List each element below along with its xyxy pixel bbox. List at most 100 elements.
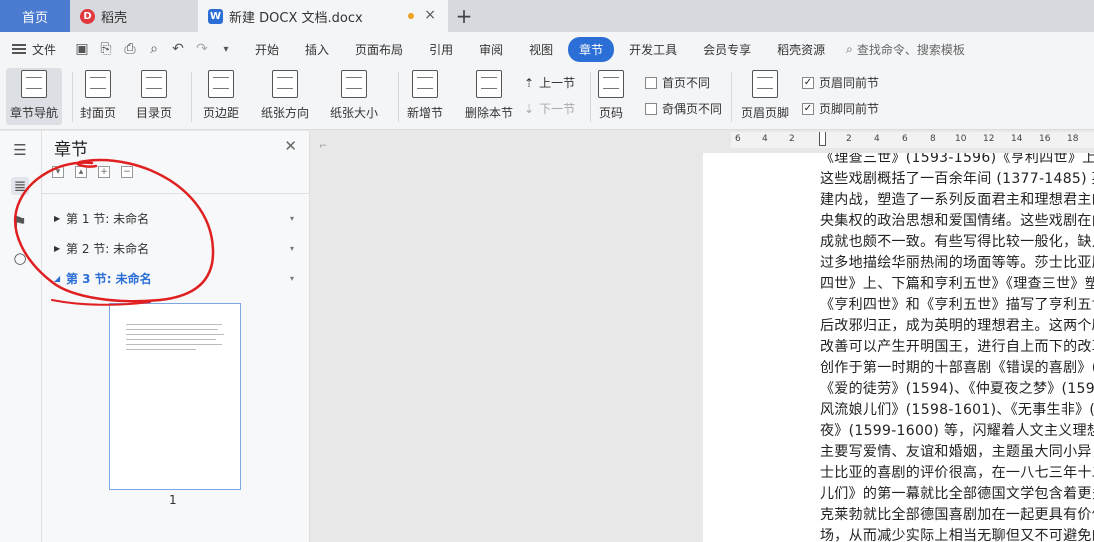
close-tab-icon[interactable]: ×	[424, 7, 436, 23]
header-same-label: 页眉同前节	[819, 76, 880, 90]
indent-marker-icon[interactable]	[819, 132, 826, 146]
paper-size-icon	[341, 70, 367, 98]
collapse-all-icon[interactable]: ▾	[52, 166, 64, 178]
section-item-1[interactable]: ▶ 第 1 节: 未命名 ▾	[54, 208, 294, 228]
document-line: 主要写爱情、友谊和婚姻，主题虽大同小异，	[820, 444, 1094, 460]
ribbon-divider	[731, 72, 732, 122]
horizontal-ruler[interactable]: 6 4 2 2 4 6 8 10 12 14 16 18	[731, 132, 1094, 148]
page-number-label: 页码	[598, 106, 623, 120]
delete-section-icon	[476, 70, 502, 98]
margins-button[interactable]: 页边距	[203, 70, 239, 121]
tab-document[interactable]: W 新建 DOCX 文档.docx ×	[198, 0, 448, 32]
orientation-label: 纸张方向	[261, 106, 310, 120]
checkbox-checked-icon: ✓	[802, 102, 814, 115]
menu-review[interactable]: 审阅	[468, 37, 514, 62]
document-line: 央集权的政治思想和爱国情绪。这些戏剧在内	[820, 213, 1094, 229]
footer-same-as-previous-checkbox[interactable]: ✓ 页脚同前节	[802, 100, 879, 117]
bookmark-icon[interactable]: ⚑	[11, 213, 29, 231]
ruler-tick-label: 4	[874, 134, 880, 144]
remove-section-icon[interactable]: −	[121, 166, 133, 178]
paper-size-button[interactable]: 纸张大小	[330, 70, 378, 121]
cover-page-button[interactable]: 封面页	[80, 70, 116, 121]
document-area: ⌐ 6 4 2 2 4 6 8 10 12 14 16 18 《理查三世》(15…	[311, 131, 1094, 542]
ribbon-divider	[191, 72, 192, 122]
export-pdf-icon[interactable]: ⎘	[98, 41, 114, 57]
header-footer-button[interactable]: 页眉页脚	[741, 70, 789, 121]
new-tab-button[interactable]: +	[448, 0, 480, 32]
pane-toolbar: ▾ ▴ + −	[52, 166, 133, 178]
expand-arrow-icon[interactable]: ▶	[54, 214, 66, 223]
document-line: 儿们》的第一幕就比全部德国文学包含着更多	[820, 486, 1094, 502]
document-line: 《理查三世》(1593-1596)《亨利四世》上、	[820, 153, 1094, 166]
ruler-corner-icon: ⌐	[319, 141, 328, 152]
ruler-tick-label: 16	[1039, 134, 1051, 144]
tab-docer[interactable]: D 稻壳	[70, 0, 198, 32]
menu-developer[interactable]: 开发工具	[618, 37, 688, 62]
expand-arrow-icon[interactable]: ▶	[54, 244, 66, 253]
docer-logo-icon: D	[80, 8, 95, 24]
redo-icon[interactable]: ↷	[194, 41, 210, 57]
section-pane: 章节 ✕ ▾ ▴ + − ▶ 第 1 节: 未命名 ▾ ▶ 第 2 节: 未命名…	[42, 131, 310, 542]
print-preview-icon[interactable]: ⌕	[146, 41, 162, 57]
section-item-3[interactable]: ◢ 第 3 节: 未命名 ▾	[54, 268, 294, 288]
margins-label: 页边距	[203, 106, 240, 120]
menu-member[interactable]: 会员专享	[692, 37, 762, 62]
file-menu-label: 文件	[32, 42, 57, 57]
print-icon[interactable]: ⎙	[122, 41, 138, 57]
header-same-as-previous-checkbox[interactable]: ✓ 页眉同前节	[802, 74, 879, 91]
command-search[interactable]: ⌕ 查找命令、搜索模板	[846, 41, 965, 58]
menu-insert[interactable]: 插入	[294, 37, 340, 62]
page-thumbnail[interactable]	[109, 303, 241, 490]
section-nav-label: 章节导航	[10, 106, 59, 120]
expand-all-icon[interactable]: ▴	[75, 166, 87, 178]
section-item-2[interactable]: ▶ 第 2 节: 未命名 ▾	[54, 238, 294, 258]
document-line: 建内战，塑造了一系列反面君主和理想君主的	[820, 192, 1094, 208]
menu-references[interactable]: 引用	[418, 37, 464, 62]
first-page-different-checkbox[interactable]: 首页不同	[645, 74, 710, 91]
collapse-arrow-icon[interactable]: ◢	[54, 274, 66, 283]
chevron-down-icon[interactable]: ▾	[290, 274, 294, 283]
chevron-down-icon[interactable]: ▾	[290, 244, 294, 253]
close-icon[interactable]: ✕	[284, 137, 297, 155]
file-menu[interactable]: 文件	[0, 41, 66, 58]
document-line: 改善可以产生开明国王，进行自上而下的改革	[820, 339, 1094, 355]
ribbon-divider	[398, 72, 399, 122]
tab-home[interactable]: 首页	[0, 0, 70, 32]
cover-page-icon	[85, 70, 111, 98]
menu-view[interactable]: 视图	[518, 37, 564, 62]
prev-section-button[interactable]: ⇡ 上一节	[524, 74, 575, 91]
document-page[interactable]: 《理查三世》(1593-1596)《亨利四世》上、 这些戏剧概括了一百余年间 (…	[703, 153, 1094, 542]
prev-section-icon: ⇡	[524, 75, 535, 90]
outline-icon[interactable]: ☰	[11, 141, 29, 159]
menu-home[interactable]: 开始	[244, 37, 290, 62]
odd-even-different-checkbox[interactable]: 奇偶页不同	[645, 100, 722, 117]
document-line: 士比亚的喜剧的评价很高，在一八七三年十二	[820, 465, 1094, 481]
next-section-icon: ⇣	[524, 101, 535, 116]
tab-document-label: 新建 DOCX 文档.docx	[229, 10, 363, 26]
delete-section-button[interactable]: 删除本节	[465, 70, 513, 121]
section-nav-icon	[21, 70, 47, 98]
chevron-down-icon[interactable]: ▾	[218, 44, 234, 55]
page-number-button[interactable]: 页码	[598, 70, 624, 121]
add-section-icon[interactable]: +	[98, 166, 110, 178]
orientation-button[interactable]: 纸张方向	[261, 70, 309, 121]
pane-divider	[42, 193, 309, 194]
next-section-button[interactable]: ⇣ 下一节	[524, 100, 575, 117]
section-nav-button[interactable]: 章节导航	[6, 68, 63, 125]
new-section-button[interactable]: 新增节	[407, 70, 443, 121]
document-line: 这些戏剧概括了一百余年间 (1377-1485) 英	[820, 171, 1094, 187]
section-item-label: 第 3 节: 未命名	[66, 271, 152, 286]
save-icon[interactable]: ▣	[74, 41, 90, 57]
undo-icon[interactable]: ↶	[170, 41, 186, 57]
menu-docer-resources[interactable]: 稻壳资源	[766, 37, 836, 62]
prev-section-label: 上一节	[539, 76, 576, 90]
menu-section[interactable]: 章节	[568, 36, 615, 62]
menu-bar: 文件 ▣ ⎘ ⎙ ⌕ ↶ ↷ ▾ 开始 插入 页面布局 引用 审阅 视图 章节 …	[0, 32, 1094, 66]
find-icon[interactable]: ○	[11, 249, 29, 267]
section-nav-icon[interactable]: ≣	[11, 177, 29, 195]
chevron-down-icon[interactable]: ▾	[290, 214, 294, 223]
delete-section-label: 删除本节	[465, 106, 514, 120]
section-pane-title: 章节	[54, 140, 88, 160]
menu-page-layout[interactable]: 页面布局	[344, 37, 414, 62]
toc-page-button[interactable]: 目录页	[136, 70, 172, 121]
